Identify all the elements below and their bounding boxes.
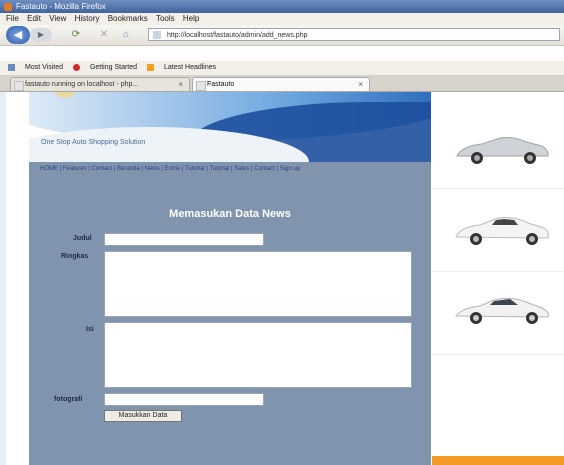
footer-accent-bar bbox=[432, 456, 564, 465]
car-icon bbox=[456, 137, 549, 164]
menu-file[interactable]: File bbox=[6, 14, 19, 23]
car-thumbnail[interactable] bbox=[432, 276, 564, 355]
firefox-icon bbox=[4, 3, 12, 11]
tab-strip: fastauto running on localhost - php... ×… bbox=[0, 75, 564, 92]
bookmark-latest-headlines[interactable]: Latest Headlines bbox=[147, 63, 216, 71]
tab-phpmyadmin[interactable]: fastauto running on localhost - php... × bbox=[10, 77, 190, 91]
menu-edit[interactable]: Edit bbox=[27, 14, 41, 23]
judul-label: Judul bbox=[73, 235, 92, 242]
judul-input[interactable] bbox=[104, 233, 264, 246]
bookmark-getting-started[interactable]: Getting Started bbox=[72, 63, 137, 71]
ringkas-label: Ringkas bbox=[61, 253, 89, 260]
window-title: Fastauto - Mozilla Firefox bbox=[16, 2, 106, 11]
tab-favicon bbox=[14, 81, 24, 91]
close-tab-icon[interactable]: × bbox=[178, 78, 183, 92]
firefox-bookmark-icon bbox=[72, 63, 80, 71]
page-left-margin bbox=[0, 92, 6, 465]
site-tagline: One Stop Auto Shopping Solution bbox=[41, 139, 146, 146]
stop-icon[interactable]: ✕ bbox=[98, 29, 110, 41]
menu-bar: File Edit View History Bookmarks Tools H… bbox=[0, 13, 564, 25]
page-favicon bbox=[153, 31, 161, 39]
car-thumbnail[interactable] bbox=[432, 193, 564, 272]
reload-icon[interactable]: ⟳ bbox=[70, 29, 82, 41]
url-bar[interactable]: http://localhost/fastauto/admin/add_news… bbox=[148, 28, 560, 41]
url-text: http://localhost/fastauto/admin/add_news… bbox=[167, 32, 308, 39]
tab-fastauto[interactable]: Fastauto × bbox=[192, 77, 370, 91]
fotografi-file-input[interactable] bbox=[104, 393, 264, 406]
fotografi-label: fotografi bbox=[54, 396, 83, 403]
back-icon: ◀ bbox=[13, 29, 23, 41]
rss-feed-icon bbox=[147, 63, 154, 71]
menu-tools[interactable]: Tools bbox=[156, 14, 175, 23]
menu-help[interactable]: Help bbox=[183, 14, 199, 23]
forward-icon: ▶ bbox=[37, 30, 45, 39]
menu-history[interactable]: History bbox=[75, 14, 100, 23]
form-title: Memasukan Data News bbox=[169, 208, 291, 220]
tab-label: Fastauto bbox=[207, 81, 235, 88]
window-title-bar: Fastauto - Mozilla Firefox bbox=[0, 0, 564, 13]
menu-bookmarks[interactable]: Bookmarks bbox=[108, 14, 148, 23]
tab-label: fastauto running on localhost - php... bbox=[25, 81, 139, 88]
car-thumbnail[interactable] bbox=[432, 110, 564, 189]
tab-favicon bbox=[196, 81, 206, 91]
submit-button[interactable]: Masukkan Data bbox=[104, 410, 182, 422]
car-icon bbox=[455, 297, 549, 324]
menu-view[interactable]: View bbox=[49, 14, 66, 23]
home-icon[interactable]: ⌂ bbox=[120, 29, 132, 41]
isi-textarea[interactable] bbox=[104, 322, 412, 388]
forward-button[interactable]: ▶ bbox=[30, 28, 52, 42]
bookmarks-toolbar: Most Visited Getting Started Latest Head… bbox=[0, 61, 564, 75]
site-header: One Stop Auto Shopping Solution bbox=[29, 92, 431, 162]
back-button[interactable]: ◀ bbox=[6, 26, 30, 44]
bookmark-most-visited[interactable]: Most Visited bbox=[8, 63, 63, 71]
navigation-toolbar: ◀ ▶ ⟳ ✕ ⌂ http://localhost/fastauto/admi… bbox=[0, 25, 564, 46]
site-nav-links[interactable]: HOME | Features | Contact | Beranda | Ne… bbox=[40, 166, 425, 172]
close-tab-icon[interactable]: × bbox=[358, 78, 363, 92]
ringkas-textarea[interactable] bbox=[104, 251, 412, 317]
isi-label: Isi bbox=[86, 326, 94, 333]
most-visited-icon bbox=[8, 63, 15, 71]
car-icon bbox=[455, 217, 549, 245]
